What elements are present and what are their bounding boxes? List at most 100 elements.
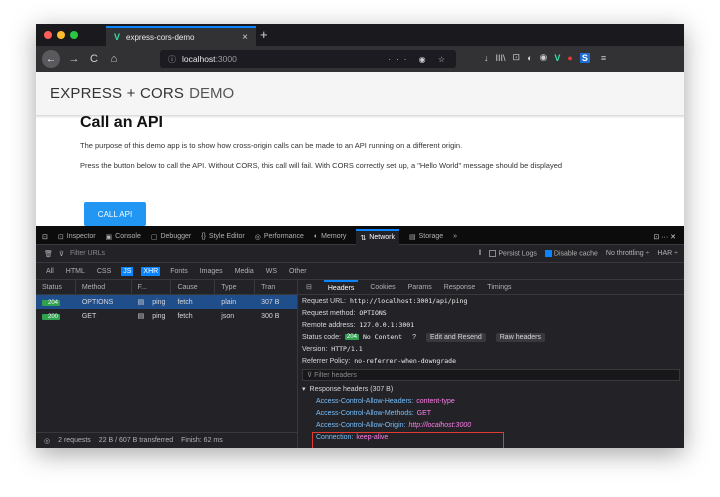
label: Referrer Policy: xyxy=(302,357,351,365)
filter-xhr[interactable]: XHR xyxy=(141,266,161,276)
call-api-button[interactable]: CALL API xyxy=(84,202,146,226)
request-details: ⊟ Headers Cookies Params Response Timing… xyxy=(298,279,684,448)
devtools-window-controls[interactable]: ⊡ ··· ✕ xyxy=(653,233,676,241)
filter-other[interactable]: Other xyxy=(287,267,309,276)
status-code-line: Status code: 204 No Content ? Edit and R… xyxy=(298,331,684,343)
version-line: Version: HTTP/1.1 xyxy=(298,343,684,355)
tab-response[interactable]: Response xyxy=(444,284,476,291)
response-headers-toggle[interactable]: ▾ Response headers (307 B) xyxy=(298,383,684,395)
url-action-icons[interactable]: ··· ◉ ☆ xyxy=(388,55,450,64)
label: Version: xyxy=(302,345,328,353)
filter-all[interactable]: All xyxy=(44,267,56,276)
extension-icon[interactable]: ◐ xyxy=(527,53,532,63)
trash-icon[interactable]: 🗑 xyxy=(44,250,53,258)
filter-fonts[interactable]: Fonts xyxy=(168,267,190,276)
tab-style-editor[interactable]: {} Style Editor xyxy=(201,229,244,245)
extension-icon[interactable]: S xyxy=(579,52,590,63)
tab-label: Style Editor xyxy=(208,233,245,240)
library-icon[interactable]: III\ xyxy=(496,53,506,63)
column-method[interactable]: Method xyxy=(76,279,132,295)
storage-icon: ▤ xyxy=(408,233,416,241)
tab-storage[interactable]: ▤ Storage xyxy=(409,229,443,245)
filter-css[interactable]: CSS xyxy=(95,267,113,276)
filter-html[interactable]: HTML xyxy=(64,267,87,276)
tab-performance[interactable]: ◎ Performance xyxy=(255,229,304,245)
header-value: GET xyxy=(416,409,432,417)
extension-icon[interactable]: ● xyxy=(567,53,572,63)
type-cell: json xyxy=(221,312,235,320)
highlight-box xyxy=(312,432,504,448)
help-icon[interactable]: ? xyxy=(412,334,416,341)
column-status[interactable]: Status xyxy=(36,279,76,295)
filter-headers-input[interactable]: ⊽ Filter headers xyxy=(302,369,680,381)
filter-urls-input[interactable]: Filter URLs xyxy=(70,250,105,257)
downloads-icon[interactable]: ↓ xyxy=(484,53,489,63)
toggle-panel-icon[interactable]: ⊟ xyxy=(306,283,312,291)
tab-label: Console xyxy=(115,233,141,240)
network-filter-row: 🗑 ⊽ Filter URLs ‖ Persist Logs Disable c… xyxy=(36,245,684,263)
column-transferred[interactable]: Tran xyxy=(255,280,297,295)
tab-timings[interactable]: Timings xyxy=(487,284,511,291)
request-url-line: Request URL: http://localhost:3001/api/p… xyxy=(298,295,684,307)
status-cell: 204 xyxy=(36,299,76,306)
placeholder: Filter headers xyxy=(314,371,357,379)
column-file[interactable]: F... xyxy=(132,279,172,295)
tab-cookies[interactable]: Cookies xyxy=(370,284,395,291)
reload-button[interactable]: C xyxy=(84,53,104,65)
table-row[interactable]: 204 OPTIONS ▤ ping fetch plain 307 B xyxy=(36,295,297,309)
url-port: :3000 xyxy=(215,54,237,64)
column-cause[interactable]: Cause xyxy=(171,279,216,295)
table-row[interactable]: 200 GET ▤ ping fetch json 300 B xyxy=(36,309,297,323)
new-tab-button[interactable]: + xyxy=(260,27,268,42)
tab-headers[interactable]: Headers xyxy=(323,279,359,295)
tab-params[interactable]: Params xyxy=(408,284,432,291)
vue-devtools-icon[interactable]: V xyxy=(554,53,560,63)
inspector-icon: ⊡ xyxy=(57,233,64,241)
column-type[interactable]: Type xyxy=(215,279,256,295)
info-icon[interactable]: ⓘ xyxy=(168,54,176,65)
throttling-select[interactable]: No throttling ÷ xyxy=(606,250,650,257)
tab-close-icon[interactable]: × xyxy=(242,32,248,43)
zoom-window-button[interactable] xyxy=(70,31,78,39)
tab-title: express-cors-demo xyxy=(126,32,195,42)
har-menu[interactable]: HAR ÷ xyxy=(657,250,678,257)
tab-network[interactable]: ⇅ Network xyxy=(356,228,399,245)
edit-resend-button[interactable]: Edit and Resend xyxy=(425,332,486,342)
header-row: Access-Control-Allow-Origin: http://loca… xyxy=(298,419,684,431)
home-button[interactable]: ⌂ xyxy=(104,53,124,65)
raw-headers-toggle[interactable]: Raw headers xyxy=(495,332,545,342)
pick-element-icon[interactable]: ⊡ xyxy=(42,233,48,241)
url-host: localhost xyxy=(182,54,216,64)
forward-button[interactable]: → xyxy=(64,53,84,65)
extension-icon[interactable]: ◉ xyxy=(540,52,548,63)
disable-cache-checkbox[interactable]: Disable cache xyxy=(544,249,598,257)
label: Remote address: xyxy=(302,321,356,329)
back-button[interactable]: ← xyxy=(42,50,60,68)
label: Status code: xyxy=(302,333,341,341)
sidebar-icon[interactable]: ⊡ xyxy=(513,52,521,63)
minimize-window-button[interactable] xyxy=(57,31,65,39)
intro-paragraph: The purpose of this demo app is to show … xyxy=(80,141,463,150)
header-name: Access-Control-Allow-Methods: xyxy=(316,409,414,417)
filter-images[interactable]: Images xyxy=(198,267,225,276)
filter-js[interactable]: JS xyxy=(121,266,134,276)
pause-icon[interactable]: ‖ xyxy=(478,250,481,257)
tab-inspector[interactable]: ⊡ Inspector xyxy=(58,229,96,245)
memory-icon: ◐ xyxy=(313,233,319,240)
persist-logs-checkbox[interactable]: Persist Logs xyxy=(489,249,537,257)
filter-ws[interactable]: WS xyxy=(264,267,279,276)
page-heading: Call an API xyxy=(80,114,163,131)
tab-console[interactable]: ▣ Console xyxy=(106,229,141,245)
url-bar[interactable]: ⓘ localhost :3000 ··· ◉ ☆ xyxy=(160,50,456,68)
header-value: http://localhost:3000 xyxy=(408,421,472,429)
brand-title: EXPRESS + CORS xyxy=(50,85,185,102)
menu-icon[interactable]: ≡ xyxy=(601,53,606,63)
more-tabs-icon[interactable]: » xyxy=(453,233,457,240)
performance-icon[interactable]: ◎ xyxy=(44,437,50,445)
filter-media[interactable]: Media xyxy=(233,267,256,276)
tab-memory[interactable]: ◐ Memory xyxy=(314,229,347,245)
tab-debugger[interactable]: ▢ Debugger xyxy=(151,229,191,245)
file-cell: ▤ ping xyxy=(137,313,166,320)
browser-tab[interactable]: V express-cors-demo × xyxy=(106,26,256,46)
close-window-button[interactable] xyxy=(44,31,52,39)
